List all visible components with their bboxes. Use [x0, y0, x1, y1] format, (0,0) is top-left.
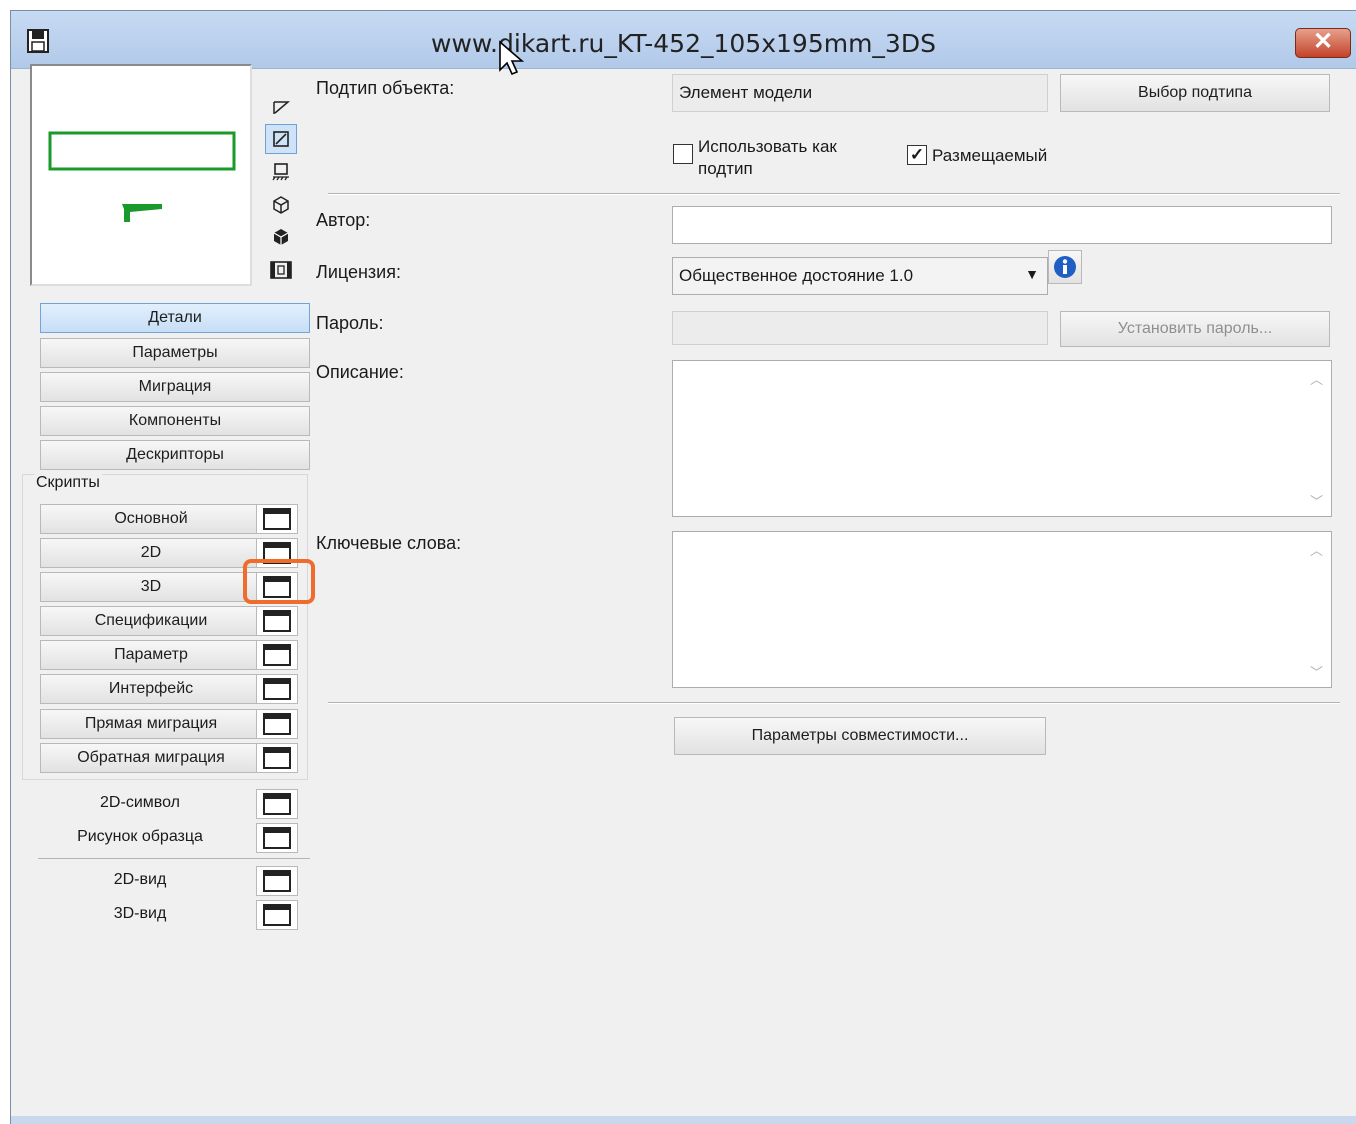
side-view-icon[interactable]: [265, 157, 297, 187]
author-label: Автор:: [316, 210, 371, 230]
sample-image-label: Рисунок образца: [77, 828, 203, 845]
placeable-label: Размещаемый: [932, 146, 1048, 165]
keywords-label: Ключевые слова:: [316, 533, 462, 553]
3d-solid-icon[interactable]: [265, 222, 297, 252]
subtype-label: Подтип объекта:: [316, 78, 455, 98]
window-title: www.dikart.ru_KT-452_105x195mm_3DS: [431, 29, 936, 58]
3d-view-label: 3D-вид: [113, 905, 167, 922]
placeable-checkbox[interactable]: ✓: [907, 145, 927, 165]
floor-plan-view-icon[interactable]: [265, 92, 297, 122]
chevron-down-icon: ▼: [1025, 266, 1039, 282]
window-bottom-border: [11, 1116, 1356, 1124]
object-preview: [30, 64, 252, 286]
author-input[interactable]: [672, 206, 1332, 244]
scripts-group-label: Скрипты: [34, 474, 102, 492]
2d-symbol-view-icon[interactable]: [265, 124, 297, 154]
scroll-up-icon[interactable]: ︿: [1310, 369, 1323, 388]
use-as-subtype-checkbox[interactable]: [673, 144, 693, 164]
preview-drawing: [48, 131, 236, 222]
set-password-button[interactable]: Установить пароль...: [1060, 311, 1330, 347]
license-label: Лицензия:: [316, 262, 401, 282]
2d-view-label: 2D-вид: [113, 871, 167, 888]
nav-descriptors-button[interactable]: Дескрипторы: [40, 440, 310, 470]
script-specifications-button[interactable]: Спецификации: [40, 606, 262, 636]
use-as-subtype-label: Использовать как подтип: [698, 137, 837, 178]
open-window-icon[interactable]: [256, 900, 298, 930]
open-window-icon[interactable]: [256, 640, 298, 670]
2d-symbol-label: 2D-символ: [100, 794, 180, 811]
scroll-down-icon[interactable]: ﹀: [1310, 491, 1323, 510]
description-textarea[interactable]: ︿ ﹀: [672, 360, 1332, 517]
script-parameter-button[interactable]: Параметр: [40, 640, 262, 670]
nav-details-button[interactable]: Детали: [40, 303, 310, 333]
keywords-textarea[interactable]: ︿ ﹀: [672, 531, 1332, 688]
open-window-icon[interactable]: [256, 866, 298, 896]
3d-wireframe-icon[interactable]: [265, 190, 297, 220]
title-bar[interactable]: www.dikart.ru_KT-452_105x195mm_3DS ✕: [11, 11, 1356, 69]
form-divider-top-highlight: [328, 194, 1340, 195]
subtype-field: Элемент модели: [672, 74, 1048, 112]
film-icon[interactable]: [265, 255, 297, 285]
nav-parameters-button[interactable]: Параметры: [40, 338, 310, 368]
script-interface-button[interactable]: Интерфейс: [40, 674, 262, 704]
info-icon[interactable]: [1048, 250, 1082, 284]
left-divider: [38, 858, 310, 859]
highlight-annotation: [243, 559, 315, 604]
compatibility-settings-button[interactable]: Параметры совместимости...: [674, 717, 1046, 755]
open-window-icon[interactable]: [256, 709, 298, 739]
open-window-icon[interactable]: [256, 823, 298, 853]
nav-components-button[interactable]: Компоненты: [40, 406, 310, 436]
license-select-value: Общественное достояние 1.0: [679, 266, 914, 285]
open-window-icon[interactable]: [256, 504, 298, 534]
open-window-icon[interactable]: [256, 789, 298, 819]
close-button[interactable]: ✕: [1295, 28, 1351, 58]
scroll-down-icon[interactable]: ﹀: [1310, 662, 1323, 681]
script-2d-button[interactable]: 2D: [40, 538, 262, 568]
scroll-up-icon[interactable]: ︿: [1310, 540, 1323, 559]
form-divider-bottom-highlight: [328, 703, 1340, 704]
script-main-button[interactable]: Основной: [40, 504, 262, 534]
nav-migration-button[interactable]: Миграция: [40, 372, 310, 402]
select-subtype-button[interactable]: Выбор подтипа: [1060, 74, 1330, 112]
open-window-icon[interactable]: [256, 674, 298, 704]
script-backward-migration-button[interactable]: Обратная миграция: [40, 743, 262, 773]
description-label: Описание:: [316, 362, 404, 382]
script-3d-button[interactable]: 3D: [40, 572, 262, 602]
mouse-cursor-icon: [499, 40, 525, 76]
open-window-icon[interactable]: [256, 743, 298, 773]
open-window-icon[interactable]: [256, 606, 298, 636]
script-forward-migration-button[interactable]: Прямая миграция: [40, 709, 262, 739]
license-select[interactable]: Общественное достояние 1.0 ▼: [672, 257, 1048, 295]
password-label: Пароль:: [316, 313, 384, 333]
password-field: [672, 311, 1048, 345]
